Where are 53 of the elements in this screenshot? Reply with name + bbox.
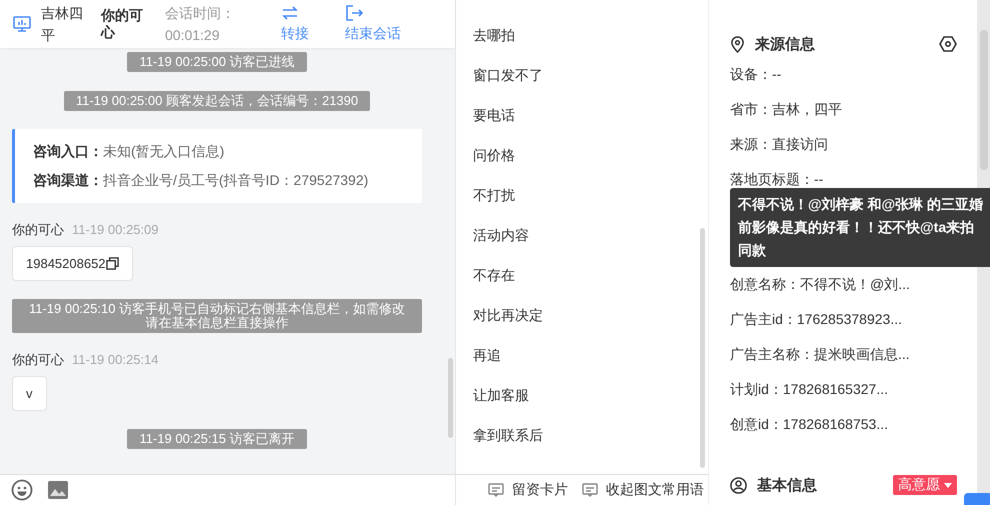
info-row-text: 设备：-- <box>730 65 782 84</box>
toolbar-button[interactable]: 留资卡片 <box>488 481 568 499</box>
message-icon <box>582 483 598 497</box>
info-row-text: 来源：直接访问 <box>730 135 829 154</box>
intent-tag-dropdown[interactable]: 高意愿 <box>893 475 957 495</box>
swap-arrows-icon <box>281 5 299 21</box>
system-notice: 11-19 00:25:10 访客手机号已自动标记右侧基本信息栏，如需修改请在基本信息栏直接操作 <box>12 299 422 333</box>
visitor-name: 你的可心 <box>101 7 144 41</box>
section-title: 基本信息 <box>757 476 817 494</box>
hexagon-eye-icon[interactable] <box>939 36 957 52</box>
visitor-location: 吉林四平 <box>41 4 84 45</box>
message-icon <box>488 483 504 497</box>
system-notice: 11-19 00:25:00 访客已进线 <box>127 52 307 72</box>
session-timer: 00:01:29 <box>165 26 220 45</box>
inquiry-line: 咨询渠道：抖音企业号/员工号(抖音号ID：279527392) <box>33 171 370 190</box>
message-time: 11-19 00:25:09 <box>72 221 158 239</box>
emoji-icon[interactable] <box>11 479 33 501</box>
quick-reply-item[interactable]: 要电话 <box>473 95 515 135</box>
info-row-text: 创意id：178268168753... <box>730 415 889 434</box>
quick-reply-item[interactable]: 让加客服 <box>473 375 529 415</box>
info-row-text: 创意名称：不得不说！@刘... <box>730 275 911 294</box>
quick-reply-item[interactable]: 活动内容 <box>473 215 529 255</box>
system-notice: 11-19 00:25:15 访客已离开 <box>127 429 307 449</box>
info-row-text: 计划id：178268165327... <box>730 380 889 399</box>
message-time: 11-19 00:25:14 <box>72 351 158 369</box>
sender-name: 你的可心 <box>12 351 64 369</box>
image-icon[interactable] <box>47 480 69 500</box>
quick-reply-item[interactable]: 再追 <box>473 335 501 375</box>
caret-icon <box>944 482 952 488</box>
quick-reply-item[interactable]: 拿到联系后 <box>473 415 543 455</box>
exit-icon <box>345 5 363 21</box>
info-row-text: 省市：吉林，四平 <box>730 100 843 119</box>
message-text: 19845208652 <box>26 256 106 271</box>
quick-reply-item[interactable]: 不存在 <box>473 255 515 295</box>
timer-label: 会话时间： <box>165 4 236 23</box>
info-row-text: 广告主id：176285378923... <box>730 310 903 329</box>
quick-reply-item[interactable]: 问价格 <box>473 135 515 175</box>
quick-reply-item[interactable]: 去哪拍 <box>473 15 515 55</box>
inquiry-line: 咨询入口：未知(暂无入口信息) <box>33 142 226 161</box>
section-title: 来源信息 <box>755 34 815 54</box>
copy-icon[interactable] <box>106 257 119 270</box>
quick-reply-item[interactable]: 窗口发不了 <box>473 55 543 95</box>
system-notice: 11-19 00:25:00 顾客发起会话，会话编号：21390 <box>64 91 370 111</box>
quick-reply-item[interactable]: 不打扰 <box>473 175 515 215</box>
quick-reply-item[interactable]: 对比再决定 <box>473 295 543 335</box>
user-icon <box>730 476 747 494</box>
message-text: v <box>26 386 32 401</box>
tooltip: 不得不说！@刘梓豪 和@张琳 的三亚婚前影像是真的好看！！还不快@ta来拍同款 <box>730 188 990 267</box>
sender-name: 你的可心 <box>12 221 64 239</box>
toolbar-button[interactable]: 收起图文常用语 <box>582 481 704 499</box>
location-pin-icon <box>730 36 745 52</box>
info-row-text: 广告主名称：提米映画信息... <box>730 345 911 364</box>
monitor-icon <box>12 14 32 34</box>
